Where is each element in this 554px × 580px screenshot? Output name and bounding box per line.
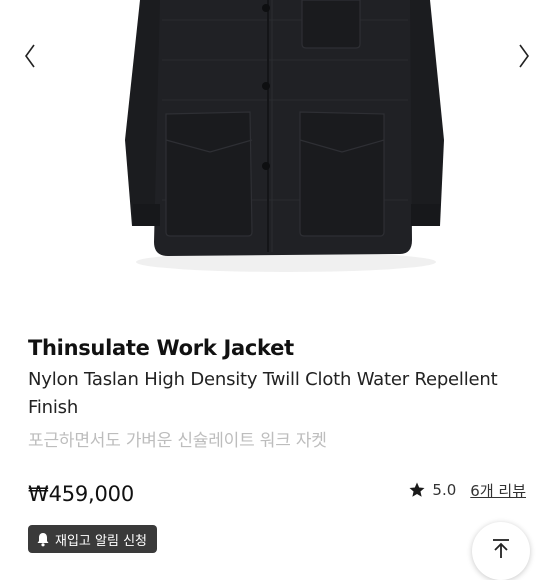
- reviews-link[interactable]: 6개 리뷰: [470, 480, 526, 501]
- arrow-up-icon: [493, 539, 509, 558]
- bell-icon: [37, 532, 49, 546]
- product-title: Thinsulate Work Jacket: [28, 336, 294, 360]
- product-description: 포근하면서도 가벼운 신슐레이트 워크 자켓: [28, 431, 327, 451]
- gallery-prev-button[interactable]: [18, 38, 42, 74]
- restock-alert-label: 재입고 알림 신청: [55, 533, 147, 549]
- scroll-top-button[interactable]: [472, 522, 530, 580]
- product-subtitle: Nylon Taslan High Density Twill Cloth Wa…: [28, 369, 498, 418]
- product-image-gallery[interactable]: [0, 0, 554, 300]
- star-icon: [409, 482, 425, 497]
- product-price: ₩459,000: [28, 482, 135, 506]
- product-image: [125, 0, 444, 272]
- product-rating: 5.0 6개 리뷰: [408, 479, 526, 501]
- chevron-left-icon: [25, 44, 35, 68]
- rating-score: 5.0: [432, 481, 457, 499]
- gallery-next-button[interactable]: [512, 38, 536, 74]
- chevron-right-icon: [519, 44, 529, 68]
- restock-alert-button[interactable]: 재입고 알림 신청: [28, 525, 157, 553]
